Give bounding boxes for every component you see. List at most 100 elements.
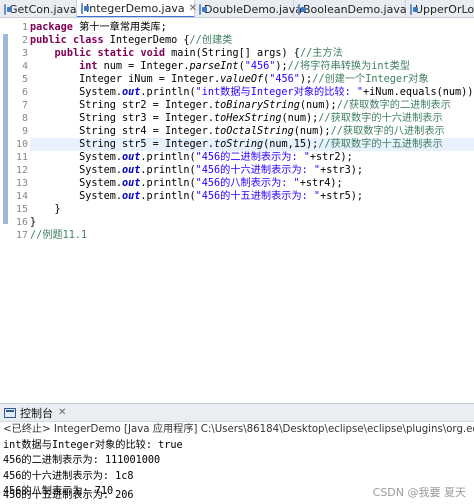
code-text: +str4); [299,178,343,189]
code-text: System. [79,87,123,98]
code-string: "456" [244,61,276,72]
code-keyword: package [30,22,73,33]
line-number: 1 [21,22,28,33]
line-number: 16 [15,217,28,228]
code-field: out [122,178,141,189]
line-number: 13 [15,178,28,189]
code-text: (num,15); [263,139,319,150]
code-line: String str4 = Integer.toOctalString(num)… [30,125,474,138]
code-text: System. [79,178,123,189]
code-line: System.out.println("456的二进制表示为: "+str2); [30,151,474,164]
code-method: valueOf [220,74,264,85]
line-number: 3 [21,48,28,59]
tab-label: IntegerDemo.java [86,1,185,15]
line-number: 10 [15,139,28,150]
code-line: String str2 = Integer.toBinaryString(num… [30,99,474,112]
tab-label: BooleanDemo.java [303,2,407,16]
code-field: out [122,191,141,202]
line-number-gutter: 1 2 3 4 5 6 7 8 9 10 11 12 13 14 15 16 1… [10,18,28,403]
code-text: +iNum.equals(num)); [363,87,474,98]
code-comment: //将字符串转换为int类型 [287,61,411,72]
line-number: 17 [15,230,28,241]
code-text: System. [79,152,123,163]
code-line: String str3 = Integer.toHexString(num);/… [30,112,474,125]
line-number: 4 [21,61,28,72]
annotation-ruler [0,18,10,403]
code-text: main(String[] args) { [165,48,300,59]
code-comment: //获取数字的八进制表示 [330,126,445,137]
code-text: String str4 = Integer. [79,126,215,137]
code-comment: //创建类 [189,35,233,46]
code-method: toBinaryString [214,100,300,111]
code-string: "456的二进制表示为: " [195,152,310,163]
code-keyword: int [79,61,98,72]
code-comment: //主方法 [299,48,343,59]
code-line: } [30,216,474,229]
watermark: CSDN @我要 夏天 [372,486,466,499]
code-text: (num); [281,113,319,124]
code-text: .println( [140,165,196,176]
code-text: } [30,204,61,215]
line-number: 15 [15,204,28,215]
console-line: 456的十六进制表示为: 1c8 [3,470,134,482]
code-keyword: class [72,35,104,46]
line-number: 2 [21,35,28,46]
code-text: .println( [140,87,196,98]
line-number: 11 [15,152,28,163]
line-number: 9 [21,126,28,137]
editor-tab-bar: GetCon.java IntegerDemo.java ✕ DoubleDem… [0,0,474,18]
code-editor[interactable]: 1 2 3 4 5 6 7 8 9 10 11 12 13 14 15 16 1… [0,18,474,403]
code-line: } [30,203,474,216]
code-text: +str5); [320,191,363,202]
console-tab-title[interactable]: 控制台 [20,405,53,421]
code-keyword: static [97,48,135,59]
code-keyword: void [140,48,165,59]
line-number: 14 [15,191,28,202]
code-line: System.out.println("456的十五进制表示为: "+str5)… [30,190,474,203]
line-number: 6 [21,87,28,98]
tab-doubledemo[interactable]: DoubleDemo.java [195,0,302,17]
console-line: int数据与Integer对象的比较: true [3,439,183,451]
line-number: 7 [21,100,28,111]
code-string: "int数据与Integer对象的比较: " [195,87,363,98]
tab-upperorlower[interactable]: UpperOrLo [406,0,474,17]
code-line: System.out.println("456的十六进制表示为: "+str3)… [30,164,474,177]
tab-integerdemo[interactable]: IntegerDemo.java ✕ [77,0,197,17]
code-line: System.out.println("int数据与Integer对象的比较: … [30,86,474,99]
code-field: out [122,87,141,98]
code-string: "456的十六进制表示为: " [195,165,321,176]
code-text: num = Integer. [97,61,190,72]
tab-booleandemo[interactable]: BooleanDemo.java [294,0,407,17]
java-file-icon [298,3,306,15]
java-file-icon [81,2,89,14]
line-number: 12 [15,165,28,176]
code-text: ); [299,74,313,85]
code-keyword: public [54,48,92,59]
close-icon[interactable]: ✕ [58,407,66,418]
code-string: "456的八制表示为: " [195,178,300,189]
code-string: "456" [269,74,300,85]
console-terminated-line: <已终止> IntegerDemo [Java 应用程序] C:\Users\8… [3,424,474,435]
code-text: IntegerDemo { [103,35,190,46]
code-comment: //获取数字的十五进制表示 [318,139,443,150]
code-line: //例题11.1 [30,229,474,242]
code-text: String str2 = Integer. [79,100,215,111]
code-field: out [122,152,141,163]
code-field: out [122,165,141,176]
code-comment: //例题11.1 [30,230,88,241]
code-text: 第十一章常用类库; [72,22,167,33]
code-comment: //获取数字的十六进制表示 [318,113,443,124]
tab-label: UpperOrLo [415,2,474,16]
java-file-icon [410,3,418,15]
tab-getcon[interactable]: GetCon.java [0,0,77,17]
code-method: toOctalString [214,126,294,137]
code-text: } [30,217,37,228]
code-line: int num = Integer.parseInt("456");//将字符串… [30,60,474,73]
code-text: +str3); [320,165,363,176]
code-comment: //获取数字的二进制表示 [336,100,451,111]
code-text: System. [79,191,123,202]
code-method: toString [214,139,264,150]
code-text: String str5 = Integer. [79,139,215,150]
java-file-icon [199,3,207,15]
